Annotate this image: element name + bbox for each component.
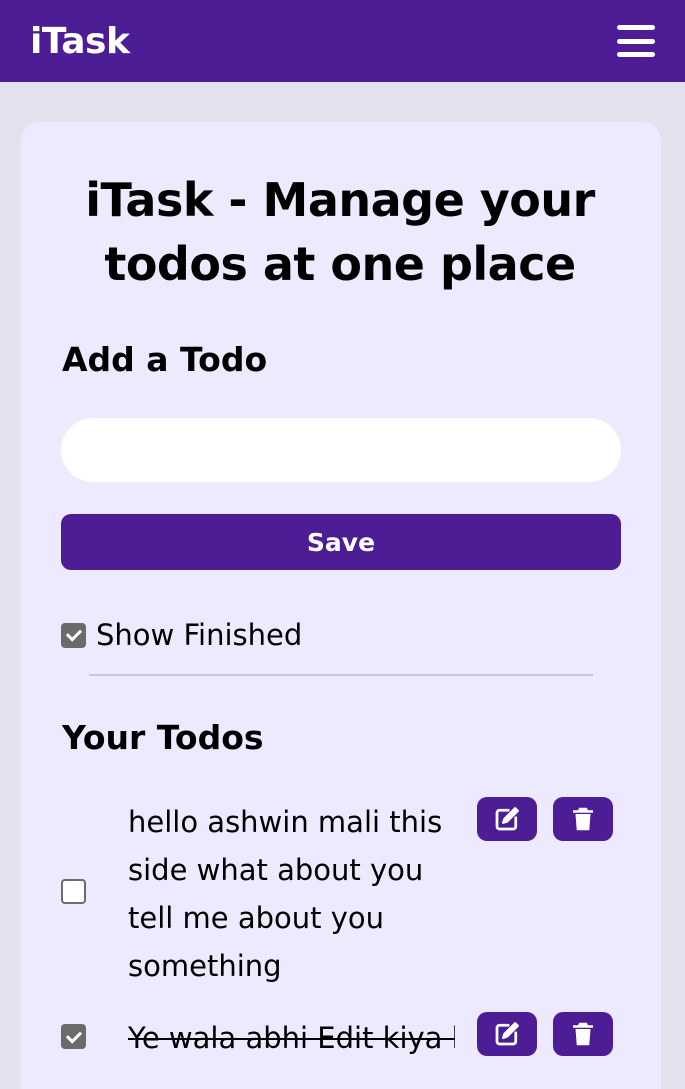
edit-icon <box>495 1022 519 1046</box>
add-todo-heading: Add a Todo <box>62 340 268 379</box>
divider <box>89 674 593 676</box>
todo-checkbox[interactable] <box>61 879 86 904</box>
show-finished-checkbox[interactable] <box>61 622 86 648</box>
trash-icon <box>573 1022 593 1046</box>
edit-button[interactable] <box>477 797 537 841</box>
todo-text: Ye wala abhi Edit kiya h <box>128 1021 455 1055</box>
todo-checkbox[interactable] <box>61 1024 86 1049</box>
edit-button[interactable] <box>477 1012 537 1056</box>
show-finished-label: Show Finished <box>96 618 303 652</box>
show-finished-toggle[interactable]: Show Finished <box>61 615 302 655</box>
delete-button[interactable] <box>553 797 613 841</box>
edit-icon <box>495 807 519 831</box>
delete-button[interactable] <box>553 1012 613 1056</box>
page-title: iTask - Manage your todos at one place <box>85 173 595 291</box>
your-todos-heading: Your Todos <box>62 718 264 757</box>
todo-text: hello ashwin mali this side what about y… <box>128 805 443 983</box>
todo-input[interactable] <box>61 418 621 482</box>
trash-icon <box>573 807 593 831</box>
hamburger-menu-icon[interactable] <box>617 25 655 57</box>
brand-logo[interactable]: iTask <box>30 21 130 62</box>
save-button[interactable]: Save <box>61 514 621 570</box>
navbar: iTask <box>0 0 685 82</box>
